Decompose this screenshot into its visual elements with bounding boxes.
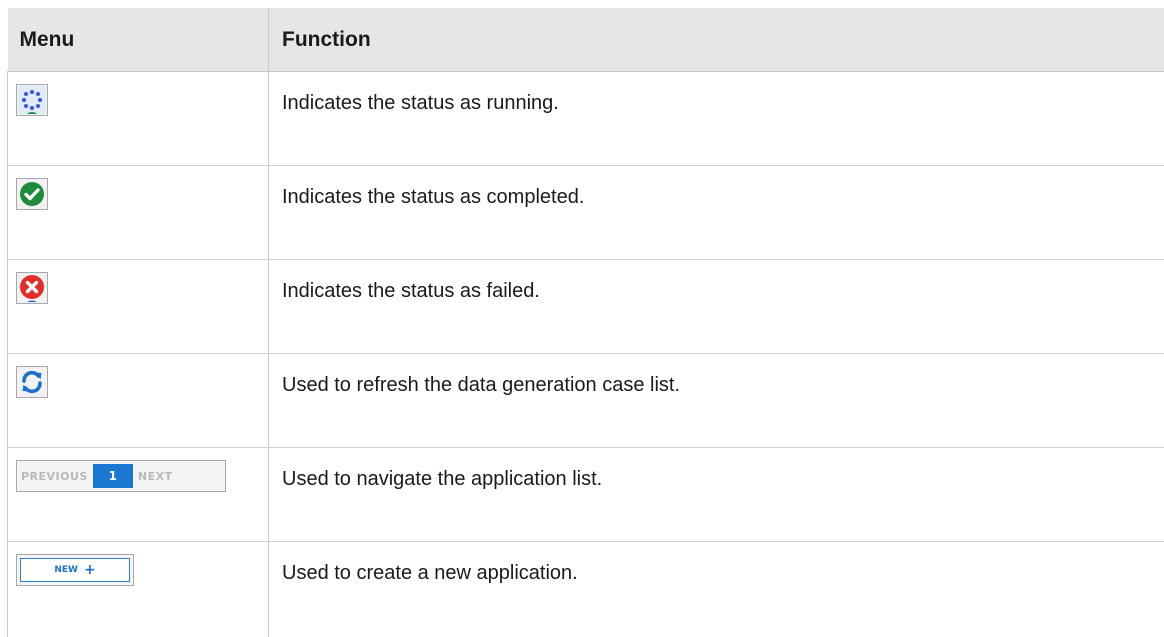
table-row: Indicates the status as running. bbox=[8, 72, 1164, 166]
plus-icon: + bbox=[84, 562, 96, 578]
error-x-circle-icon bbox=[16, 272, 48, 304]
table-row: Indicates the status as failed. bbox=[8, 260, 1164, 354]
new-button-label: NEW bbox=[54, 565, 78, 575]
function-text: Used to navigate the application list. bbox=[269, 448, 1164, 542]
function-text: Indicates the status as failed. bbox=[269, 260, 1164, 354]
new-application-button: NEW + bbox=[16, 554, 134, 586]
table-row: PREVIOUS 1 NEXT Used to navigate the app… bbox=[8, 448, 1164, 542]
table-header-row: Menu Function bbox=[8, 8, 1164, 72]
function-text: Indicates the status as completed. bbox=[269, 166, 1164, 260]
refresh-icon bbox=[16, 366, 48, 398]
pagination-control: PREVIOUS 1 NEXT bbox=[16, 460, 226, 492]
header-function: Function bbox=[269, 8, 1164, 72]
function-text: Indicates the status as running. bbox=[269, 72, 1164, 166]
table-row: Indicates the status as completed. bbox=[8, 166, 1164, 260]
next-page-button: NEXT bbox=[138, 470, 173, 483]
current-page-number: 1 bbox=[93, 464, 133, 488]
previous-page-button: PREVIOUS bbox=[21, 470, 88, 483]
loading-spinner-icon bbox=[16, 84, 48, 116]
table-row: Used to refresh the data generation case… bbox=[8, 354, 1164, 448]
table-row: NEW + Used to create a new application. bbox=[8, 542, 1164, 637]
menu-function-table: Menu Function bbox=[7, 8, 1164, 637]
check-circle-icon bbox=[16, 178, 48, 210]
function-text: Used to create a new application. bbox=[269, 542, 1164, 637]
function-text: Used to refresh the data generation case… bbox=[269, 354, 1164, 448]
header-menu: Menu bbox=[8, 8, 269, 72]
